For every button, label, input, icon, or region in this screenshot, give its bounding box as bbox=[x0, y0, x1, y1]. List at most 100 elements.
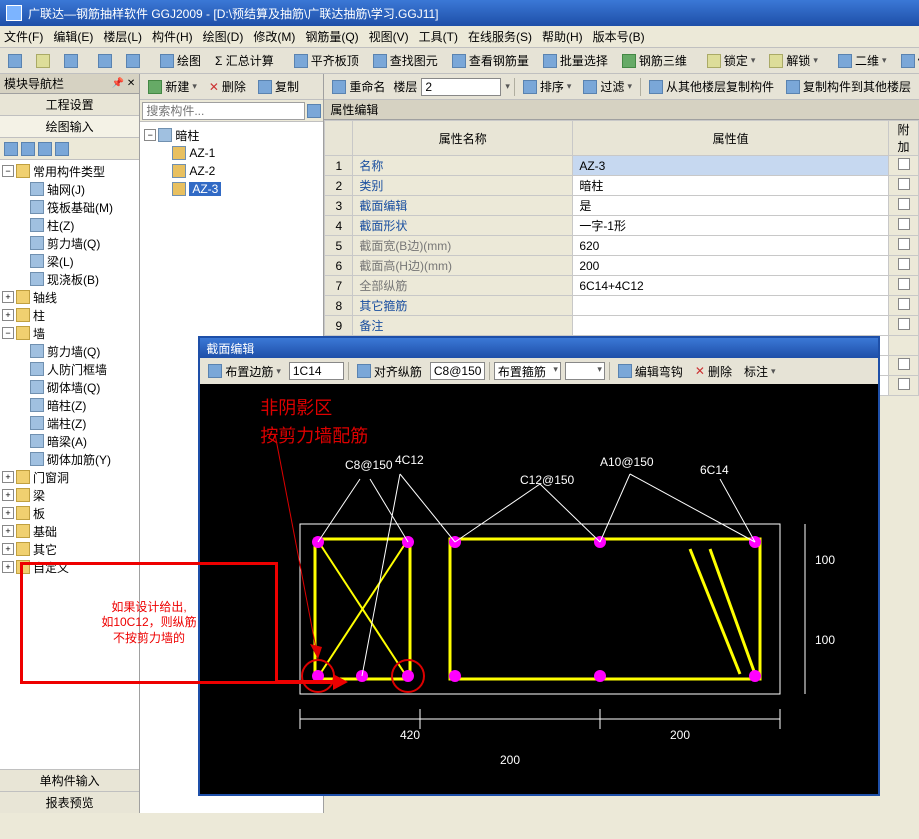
sidebar-tab-single[interactable]: 单构件输入 bbox=[0, 769, 139, 791]
se-align-rebar-button[interactable]: 对齐纵筋 bbox=[353, 361, 426, 382]
sidebar-tab-report[interactable]: 报表预览 bbox=[0, 791, 139, 813]
tb-redo-icon[interactable] bbox=[122, 52, 144, 70]
expander-icon[interactable]: − bbox=[2, 165, 14, 177]
menu-version[interactable]: 版本号(B) bbox=[593, 28, 645, 45]
prop-extra-cell[interactable] bbox=[889, 316, 919, 336]
sb-tool4-icon[interactable] bbox=[55, 142, 69, 156]
tree-item[interactable]: 暗梁(A) bbox=[47, 433, 87, 450]
tree-item[interactable]: 剪力墙(Q) bbox=[47, 343, 100, 360]
se-del-button[interactable]: ✕删除 bbox=[691, 361, 736, 382]
tree-item[interactable]: 剪力墙(Q) bbox=[47, 235, 100, 252]
prop-extra-cell[interactable] bbox=[889, 236, 919, 256]
prop-extra-cell[interactable] bbox=[889, 156, 919, 176]
prop-row[interactable]: 8其它箍筋 bbox=[325, 296, 919, 316]
tree-group[interactable]: 梁 bbox=[33, 487, 45, 504]
sb-tool3-icon[interactable] bbox=[38, 142, 52, 156]
tree-item[interactable]: 砌体墙(Q) bbox=[47, 379, 100, 396]
cb-copy-button[interactable]: 复制 bbox=[254, 76, 303, 97]
tb-undo-icon[interactable] bbox=[94, 52, 116, 70]
tb-save-icon[interactable] bbox=[60, 52, 82, 70]
checkbox[interactable] bbox=[898, 258, 910, 270]
menu-help[interactable]: 帮助(H) bbox=[542, 28, 583, 45]
tree-group[interactable]: 板 bbox=[33, 505, 45, 522]
prop-value-cell[interactable]: 6C14+4C12 bbox=[573, 276, 889, 296]
prop-extra-cell[interactable] bbox=[889, 256, 919, 276]
checkbox[interactable] bbox=[898, 218, 910, 230]
tb-open-icon[interactable] bbox=[32, 52, 54, 70]
prop-row[interactable]: 6截面高(H边)(mm)200 bbox=[325, 256, 919, 276]
tree-item[interactable]: 暗柱(Z) bbox=[47, 397, 86, 414]
comp-item[interactable]: AZ-1 bbox=[189, 146, 215, 160]
tb-find-elem-button[interactable]: 查找图元 bbox=[369, 50, 442, 71]
sidebar-tab-setup[interactable]: 工程设置 bbox=[0, 94, 139, 116]
tree-item[interactable]: 梁(L) bbox=[47, 253, 74, 270]
tree-group[interactable]: 基础 bbox=[33, 523, 57, 540]
se-note-button[interactable]: 标注▾ bbox=[740, 361, 780, 382]
tb-lock-button[interactable]: 锁定▾ bbox=[703, 50, 760, 71]
mb-filter-button[interactable]: 过滤▾ bbox=[579, 76, 636, 97]
mb-sort-button[interactable]: 排序▾ bbox=[519, 76, 576, 97]
tb-view-rebar-button[interactable]: 查看钢筋量 bbox=[448, 50, 533, 71]
tree-root[interactable]: 常用构件类型 bbox=[33, 163, 105, 180]
checkbox[interactable] bbox=[898, 358, 910, 370]
prop-value-cell[interactable]: AZ-3 bbox=[573, 156, 889, 176]
mb-rename-button[interactable]: 重命名 bbox=[328, 76, 389, 97]
search-icon[interactable] bbox=[307, 104, 321, 118]
se-stirrup-sub-combo[interactable] bbox=[565, 362, 605, 380]
prop-row[interactable]: 5截面宽(B边)(mm)620 bbox=[325, 236, 919, 256]
tree-group[interactable]: 其它 bbox=[33, 541, 57, 558]
floor-input[interactable] bbox=[421, 78, 501, 96]
cb-new-button[interactable]: 新建▾ bbox=[144, 76, 201, 97]
tree-item[interactable]: 现浇板(B) bbox=[47, 271, 99, 288]
mb-copy-to-button[interactable]: 复制构件到其他楼层 bbox=[782, 76, 915, 97]
tree-item[interactable]: 轴网(J) bbox=[47, 181, 85, 198]
menu-component[interactable]: 构件(H) bbox=[152, 28, 193, 45]
cb-del-button[interactable]: ✕删除 bbox=[205, 76, 250, 97]
search-input[interactable] bbox=[142, 102, 305, 120]
prop-row[interactable]: 3截面编辑是 bbox=[325, 196, 919, 216]
checkbox[interactable] bbox=[898, 318, 910, 330]
prop-extra-cell[interactable] bbox=[889, 176, 919, 196]
prop-row[interactable]: 2类别暗柱 bbox=[325, 176, 919, 196]
tree-group[interactable]: 柱 bbox=[33, 307, 45, 324]
checkbox[interactable] bbox=[898, 178, 910, 190]
prop-extra-cell[interactable] bbox=[889, 276, 919, 296]
tb-2d-button[interactable]: 二维▾ bbox=[834, 50, 891, 71]
menu-tool[interactable]: 工具(T) bbox=[419, 28, 458, 45]
prop-extra-cell[interactable] bbox=[889, 376, 919, 396]
menu-modify[interactable]: 修改(M) bbox=[253, 28, 295, 45]
tree-item[interactable]: 柱(Z) bbox=[47, 217, 74, 234]
tb-batch-select-button[interactable]: 批量选择 bbox=[539, 50, 612, 71]
menu-view[interactable]: 视图(V) bbox=[369, 28, 409, 45]
tree-item[interactable]: 砌体加筋(Y) bbox=[47, 451, 111, 468]
prop-row[interactable]: 1名称AZ-3 bbox=[325, 156, 919, 176]
prop-value-cell[interactable]: 620 bbox=[573, 236, 889, 256]
sidebar-pin-icon[interactable]: 📌 ✕ bbox=[112, 78, 136, 89]
menu-online[interactable]: 在线服务(S) bbox=[468, 28, 532, 45]
prop-value-cell[interactable] bbox=[573, 316, 889, 336]
prop-extra-cell[interactable] bbox=[889, 336, 919, 356]
tree-group[interactable]: 轴线 bbox=[33, 289, 57, 306]
se-edge-rebar-button[interactable]: 布置边筋▾ bbox=[204, 361, 285, 382]
prop-value-cell[interactable]: 暗柱 bbox=[573, 176, 889, 196]
tb-unlock-button[interactable]: 解锁▾ bbox=[765, 50, 822, 71]
checkbox[interactable] bbox=[898, 278, 910, 290]
section-canvas[interactable]: 非阴影区 按剪力墙配筋 bbox=[200, 384, 878, 794]
se-stirrup-combo[interactable]: 布置箍筋 bbox=[494, 362, 561, 380]
comp-root[interactable]: 暗柱 bbox=[175, 127, 199, 144]
sidebar-tab-draw[interactable]: 绘图输入 bbox=[0, 116, 139, 138]
prop-value-cell[interactable] bbox=[573, 296, 889, 316]
prop-value-cell[interactable]: 200 bbox=[573, 256, 889, 276]
menu-rebar[interactable]: 钢筋量(Q) bbox=[305, 28, 358, 45]
sb-expand-icon[interactable] bbox=[4, 142, 18, 156]
tb-summary-button[interactable]: Σ 汇总计算 bbox=[211, 50, 278, 71]
checkbox[interactable] bbox=[898, 238, 910, 250]
menu-edit[interactable]: 编辑(E) bbox=[53, 28, 93, 45]
tb-rebar-3d-button[interactable]: 钢筋三维 bbox=[618, 50, 691, 71]
se-edit-hook-button[interactable]: 编辑弯钩 bbox=[614, 361, 687, 382]
prop-value-cell[interactable]: 是 bbox=[573, 196, 889, 216]
tb-new-icon[interactable] bbox=[4, 52, 26, 70]
prop-value-cell[interactable]: 一字-1形 bbox=[573, 216, 889, 236]
checkbox[interactable] bbox=[898, 298, 910, 310]
tree-item[interactable]: 筏板基础(M) bbox=[47, 199, 113, 216]
